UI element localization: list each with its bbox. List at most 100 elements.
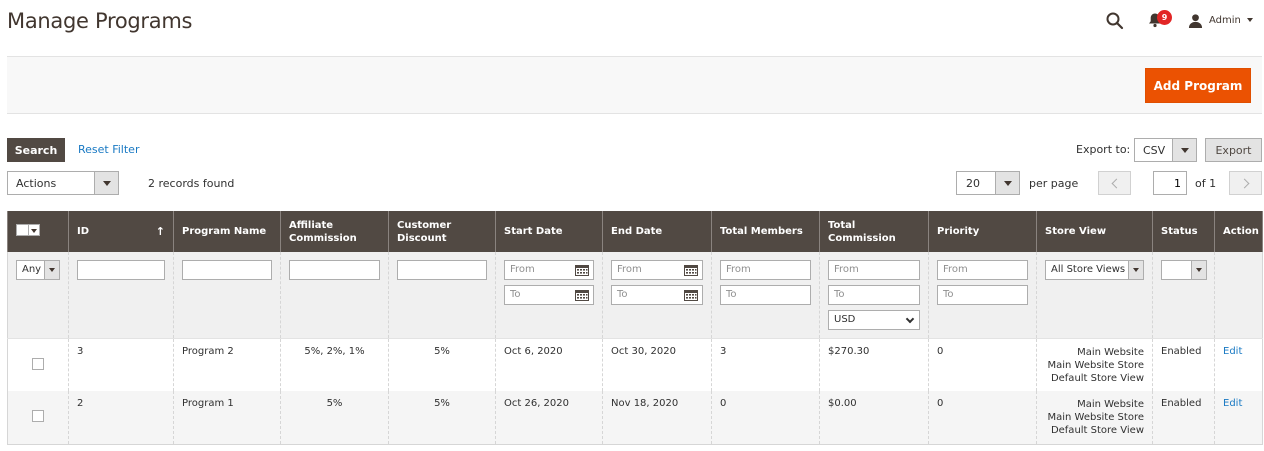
export-label: Export to:	[1076, 143, 1131, 156]
cell-program-name: Program 1	[173, 391, 281, 444]
filter-total-commission-from[interactable]: From	[828, 260, 920, 280]
cell-program-name: Program 2	[173, 338, 281, 391]
column-header-store-view[interactable]: Store View	[1036, 211, 1153, 252]
column-header-total-members[interactable]: Total Members	[711, 211, 820, 252]
search-icon[interactable]	[1105, 11, 1125, 31]
filter-end-date-to[interactable]: To	[611, 285, 703, 305]
admin-user-menu[interactable]: Admin	[1188, 11, 1253, 29]
cell-store-view: Main Website Main Website Store Default …	[1036, 338, 1153, 391]
page-number-input[interactable]	[1153, 171, 1187, 195]
edit-link[interactable]: Edit	[1223, 398, 1242, 409]
chevron-right-icon	[1239, 178, 1250, 189]
filter-priority-from[interactable]: From	[937, 260, 1028, 280]
sort-ascending-icon: ↑	[155, 225, 165, 238]
export-format-select[interactable]: CSV	[1134, 138, 1197, 162]
column-header-priority[interactable]: Priority	[928, 211, 1037, 252]
grid-header-row: ID ↑ Program Name Affiliate Commission Cu…	[7, 211, 1263, 252]
cell-status: Enabled	[1152, 391, 1215, 444]
chevron-down-icon	[1172, 139, 1196, 161]
cell-total-commission: $0.00	[819, 391, 929, 444]
mass-actions-value: Actions	[16, 177, 57, 190]
edit-link[interactable]: Edit	[1223, 346, 1242, 357]
table-row: 3 Program 2 5%, 2%, 1% 5% Oct 6, 2020 Oc…	[7, 338, 1263, 391]
filter-currency-select[interactable]: USD	[828, 310, 920, 330]
filter-end-date-from[interactable]: From	[611, 260, 703, 280]
filter-row: Any From To From To From To From To USD …	[7, 252, 1263, 339]
cell-status: Enabled	[1152, 338, 1215, 391]
filter-total-members-from[interactable]: From	[720, 260, 811, 280]
table-row: 2 Program 1 5% 5% Oct 26, 2020 Nov 18, 2…	[7, 391, 1263, 444]
chevron-down-icon	[44, 261, 59, 279]
calendar-icon[interactable]	[575, 264, 589, 276]
export-format-value: CSV	[1143, 144, 1166, 157]
column-header-affiliate-commission[interactable]: Affiliate Commission	[280, 211, 389, 252]
filter-start-date-from[interactable]: From	[504, 260, 594, 280]
calendar-icon[interactable]	[575, 289, 589, 301]
mass-actions-select[interactable]: Actions	[7, 171, 119, 195]
calendar-icon[interactable]	[684, 264, 698, 276]
mass-select-checkbox[interactable]	[16, 223, 40, 236]
page-header: Manage Programs 9 Admin	[0, 0, 1264, 56]
filter-priority-to[interactable]: To	[937, 285, 1028, 305]
column-header-program-name[interactable]: Program Name	[173, 211, 281, 252]
cell-affiliate-commission: 5%, 2%, 1%	[280, 338, 389, 391]
chevron-down-icon	[1191, 261, 1206, 279]
chevron-down-icon	[1246, 18, 1253, 22]
cell-priority: 0	[928, 338, 1037, 391]
filter-store-view-select[interactable]: All Store Views	[1045, 260, 1144, 280]
user-name: Admin	[1209, 14, 1241, 26]
cell-id: 3	[68, 338, 174, 391]
export-button[interactable]: Export	[1205, 138, 1262, 162]
reset-filter-link[interactable]: Reset Filter	[78, 143, 139, 156]
cell-id: 2	[68, 391, 174, 444]
calendar-icon[interactable]	[684, 289, 698, 301]
filter-total-commission-to[interactable]: To	[828, 285, 920, 305]
filter-total-members-to[interactable]: To	[720, 285, 811, 305]
column-header-start-date[interactable]: Start Date	[495, 211, 603, 252]
cell-customer-discount: 5%	[388, 391, 496, 444]
chevron-down-icon	[94, 172, 118, 194]
cell-total-commission: $270.30	[819, 338, 929, 391]
notification-badge[interactable]: 9	[1157, 10, 1172, 25]
per-page-select[interactable]: 20	[956, 171, 1020, 195]
search-button[interactable]: Search	[7, 138, 65, 162]
cell-total-members: 0	[711, 391, 820, 444]
previous-page-button[interactable]	[1098, 171, 1131, 195]
chevron-down-icon	[1128, 261, 1143, 279]
filter-customer-discount-input[interactable]	[397, 260, 487, 280]
filter-checkbox-select[interactable]: Any	[16, 260, 60, 280]
row-checkbox[interactable]	[32, 410, 44, 422]
cell-start-date: Oct 26, 2020	[495, 391, 603, 444]
cell-priority: 0	[928, 391, 1037, 444]
records-count: 2 records found	[148, 177, 235, 190]
per-page-label: per page	[1029, 177, 1079, 190]
user-icon	[1188, 13, 1203, 28]
column-header-end-date[interactable]: End Date	[602, 211, 712, 252]
page-title: Manage Programs	[7, 9, 193, 33]
per-page-value: 20	[966, 177, 980, 190]
filter-program-name-input[interactable]	[182, 260, 272, 280]
filter-status-select[interactable]	[1161, 260, 1207, 280]
chevron-down-icon	[905, 314, 915, 324]
column-header-customer-discount[interactable]: Customer Discount	[388, 211, 496, 252]
filter-id-input[interactable]	[77, 260, 165, 280]
add-program-button[interactable]: Add Program	[1145, 68, 1251, 103]
mass-select-header[interactable]	[7, 211, 69, 252]
column-header-id[interactable]: ID ↑	[68, 211, 174, 252]
column-header-action: Action	[1214, 211, 1263, 252]
cell-affiliate-commission: 5%	[280, 391, 389, 444]
row-checkbox[interactable]	[32, 357, 44, 370]
cell-total-members: 3	[711, 338, 820, 391]
next-page-button[interactable]	[1229, 171, 1262, 195]
page-total: of 1	[1195, 177, 1217, 190]
column-header-total-commission[interactable]: Total Commission	[819, 211, 929, 252]
column-header-status[interactable]: Status	[1152, 211, 1215, 252]
page-actions-bar: Add Program	[7, 56, 1262, 114]
cell-end-date: Nov 18, 2020	[602, 391, 712, 444]
cell-customer-discount: 5%	[388, 338, 496, 391]
filter-affiliate-commission-input[interactable]	[289, 260, 380, 280]
cell-end-date: Oct 30, 2020	[602, 338, 712, 391]
cell-store-view: Main Website Main Website Store Default …	[1036, 391, 1153, 444]
chevron-down-icon	[995, 172, 1019, 194]
filter-start-date-to[interactable]: To	[504, 285, 594, 305]
